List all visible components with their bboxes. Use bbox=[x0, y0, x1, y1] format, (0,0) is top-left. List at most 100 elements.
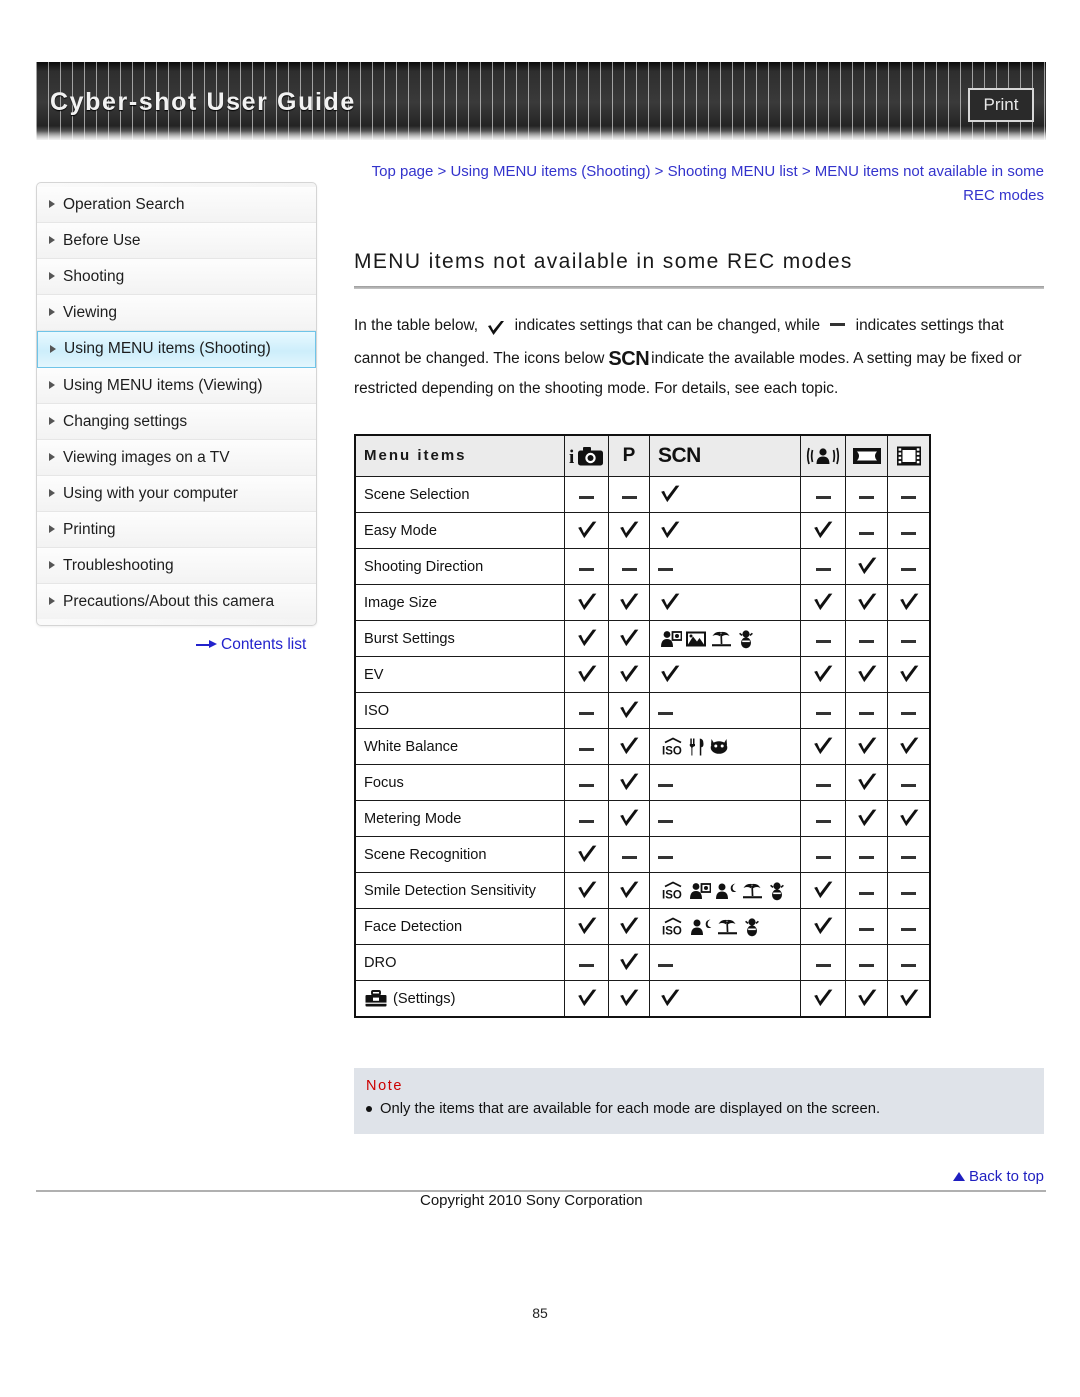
scn-icon-group: ISO bbox=[658, 880, 800, 901]
sidebar-item-label: Operation Search bbox=[63, 196, 185, 213]
gourmet-icon bbox=[689, 737, 705, 757]
back-to-top-link[interactable]: Back to top bbox=[952, 1168, 1044, 1185]
row-label: Metering Mode bbox=[364, 810, 462, 827]
row-label-cell: ISO bbox=[354, 692, 565, 729]
scn-icon-group: ISO bbox=[658, 736, 800, 757]
triangle-right-icon bbox=[49, 525, 55, 533]
sidebar-item-viewing-images-on-a-tv[interactable]: Viewing images on a TV bbox=[37, 440, 316, 476]
row-label-cell: DRO bbox=[354, 944, 565, 981]
cell-anti-motion-blur bbox=[800, 836, 846, 873]
sidebar-item-label: Using MENU items (Shooting) bbox=[64, 340, 271, 357]
row-label: DRO bbox=[364, 954, 397, 971]
row-label-cell: Smile Detection Sensitivity bbox=[354, 872, 565, 909]
cell-movie-mode bbox=[887, 872, 931, 909]
site-title: Cyber-shot User Guide bbox=[50, 88, 356, 116]
table-row: Scene Recognition bbox=[354, 836, 931, 873]
dash-icon bbox=[658, 711, 673, 715]
checkmark-icon bbox=[855, 989, 879, 1007]
cell-scn bbox=[649, 944, 801, 981]
cell-program-auto bbox=[608, 728, 650, 765]
cell-sweep-panorama bbox=[845, 800, 888, 837]
checkmark-icon bbox=[575, 989, 599, 1007]
sidebar-item-label: Using with your computer bbox=[63, 485, 238, 502]
table-body: Scene Selection Easy Mode Shooting Directi… bbox=[354, 476, 931, 1018]
triangle-right-icon bbox=[49, 489, 55, 497]
contents-list-link[interactable]: Contents list bbox=[196, 636, 306, 654]
row-label-cell: Shooting Direction bbox=[354, 548, 565, 585]
column-header-iauto: i bbox=[564, 434, 609, 477]
page-number: 85 bbox=[532, 1305, 548, 1321]
cell-scn bbox=[649, 692, 801, 729]
sidebar-item-label: Viewing bbox=[63, 304, 118, 321]
checkmark-icon bbox=[811, 665, 835, 683]
dash-icon bbox=[579, 747, 594, 751]
dash-icon bbox=[859, 639, 874, 643]
svg-text:ISO: ISO bbox=[662, 745, 682, 757]
contents-list-label: Contents list bbox=[221, 636, 307, 653]
cell-program-auto bbox=[608, 656, 650, 693]
dash-icon bbox=[859, 927, 874, 931]
beach-icon bbox=[741, 881, 765, 901]
dash-icon bbox=[815, 855, 831, 859]
row-label-cell: Focus bbox=[354, 764, 565, 801]
checkmark-icon bbox=[855, 773, 879, 791]
cell-scn bbox=[649, 620, 801, 657]
sidebar-item-troubleshooting[interactable]: Troubleshooting bbox=[37, 548, 316, 584]
cell-anti-motion-blur bbox=[800, 656, 846, 693]
cell-sweep-panorama bbox=[845, 908, 888, 945]
svg-text:ISO: ISO bbox=[662, 925, 682, 937]
cell-iauto bbox=[564, 728, 609, 765]
sidebar-item-precautions-about-this-camera[interactable]: Precautions/About this camera bbox=[37, 584, 316, 619]
sidebar-item-using-menu-items-shooting[interactable]: Using MENU items (Shooting) bbox=[37, 331, 316, 368]
cell-program-auto bbox=[608, 764, 650, 801]
sidebar-item-using-with-your-computer[interactable]: Using with your computer bbox=[37, 476, 316, 512]
cell-anti-motion-blur bbox=[800, 872, 846, 909]
sidebar-item-printing[interactable]: Printing bbox=[37, 512, 316, 548]
sidebar-item-using-menu-items-viewing[interactable]: Using MENU items (Viewing) bbox=[37, 368, 316, 404]
cell-movie-mode bbox=[887, 836, 931, 873]
row-label-cell: Easy Mode bbox=[354, 512, 565, 549]
title-divider bbox=[354, 286, 1044, 289]
back-to-top-label: Back to top bbox=[968, 1168, 1044, 1185]
cell-movie-mode bbox=[887, 800, 931, 837]
scn-icon-group: ISO bbox=[658, 916, 800, 937]
scn-icon-group bbox=[658, 629, 800, 649]
cell-program-auto bbox=[608, 620, 650, 657]
cell-sweep-panorama bbox=[845, 656, 888, 693]
row-label-cell: Scene Recognition bbox=[354, 836, 565, 873]
row-label: Easy Mode bbox=[364, 522, 438, 539]
cell-anti-motion-blur bbox=[800, 980, 846, 1018]
sidebar-item-operation-search[interactable]: Operation Search bbox=[37, 187, 316, 223]
breadcrumb[interactable]: Top page > Using MENU items (Shooting) >… bbox=[354, 160, 1044, 208]
dash-icon bbox=[859, 891, 874, 895]
checkmark-icon bbox=[617, 665, 641, 683]
sidebar-item-viewing[interactable]: Viewing bbox=[37, 295, 316, 331]
cell-anti-motion-blur bbox=[800, 548, 846, 585]
checkmark-icon bbox=[658, 989, 682, 1007]
cell-anti-motion-blur bbox=[800, 944, 846, 981]
cell-sweep-panorama bbox=[845, 836, 888, 873]
cell-iauto bbox=[564, 692, 609, 729]
dash-icon bbox=[579, 495, 594, 499]
cell-movie-mode bbox=[887, 476, 931, 513]
checkmark-icon bbox=[575, 881, 599, 899]
cell-program-auto bbox=[608, 872, 650, 909]
dash-icon bbox=[901, 531, 916, 535]
checkmark-icon bbox=[658, 665, 682, 683]
dash-icon bbox=[658, 963, 673, 967]
sidebar-item-before-use[interactable]: Before Use bbox=[37, 223, 316, 259]
dash-icon bbox=[859, 855, 874, 859]
table-row: Smile Detection Sensitivity ISO bbox=[354, 872, 931, 909]
checkmark-icon bbox=[575, 845, 599, 863]
sidebar-item-changing-settings[interactable]: Changing settings bbox=[37, 404, 316, 440]
cell-program-auto bbox=[608, 908, 650, 945]
cell-anti-motion-blur bbox=[800, 512, 846, 549]
dash-icon bbox=[901, 963, 916, 967]
print-button[interactable]: Print bbox=[968, 88, 1034, 122]
sidebar-item-shooting[interactable]: Shooting bbox=[37, 259, 316, 295]
cell-program-auto bbox=[608, 800, 650, 837]
checkmark-icon bbox=[897, 737, 921, 755]
pet-icon bbox=[743, 917, 761, 937]
checkmark-icon bbox=[897, 809, 921, 827]
cell-iauto bbox=[564, 836, 609, 873]
